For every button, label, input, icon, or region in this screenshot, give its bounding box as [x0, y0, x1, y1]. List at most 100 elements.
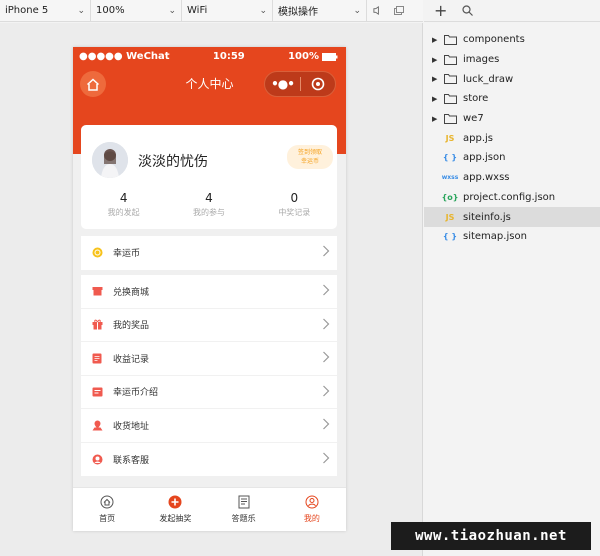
mute-icon[interactable] [367, 0, 388, 22]
chevron-right-icon[interactable]: ▶ [432, 36, 442, 44]
tab-launch-draw[interactable]: 发起抽奖 [141, 488, 209, 531]
js-file-icon: JS [445, 133, 455, 143]
file-name: sitemap.json [463, 231, 527, 243]
file-name: siteinfo.js [463, 211, 511, 223]
tree-file[interactable]: { } app.json [424, 148, 600, 168]
tree-file[interactable]: {o} project.config.json [424, 188, 600, 208]
folder-icon [442, 93, 458, 104]
stat-launched[interactable]: 4 我的发起 [81, 191, 166, 218]
ledger-icon [91, 352, 103, 364]
folder-icon [442, 54, 458, 65]
mode-select[interactable]: 模拟操作 ⌄ [273, 0, 367, 22]
tree-file[interactable]: JS app.js [424, 128, 600, 148]
tab-label: 我的 [303, 514, 320, 523]
menu-item-support[interactable]: 联系客服 [81, 443, 337, 477]
file-name: components [463, 34, 525, 46]
folder-icon [442, 74, 458, 85]
chevron-right-icon [323, 318, 330, 329]
avatar[interactable] [92, 142, 128, 178]
menu-item-label: 兑换商城 [113, 287, 150, 298]
tree-folder[interactable]: ▶ components [424, 30, 600, 50]
zoom-select[interactable]: 100% ⌄ [91, 0, 182, 22]
chevron-right-icon[interactable]: ▶ [432, 75, 442, 83]
explorer-toolbar: + [424, 0, 600, 22]
menu-item-earnings[interactable]: 收益记录 [81, 342, 337, 376]
file-name: luck_draw [463, 73, 514, 85]
main-menu: 兑换商城 我的奖品 收益记录 幸运币介绍 收货地址 联系客服 [81, 275, 337, 476]
js-file-icon: JS [445, 212, 455, 222]
menu-item-shop[interactable]: 兑换商城 [81, 275, 337, 309]
tab-label: 答题乐 [231, 514, 256, 523]
add-icon[interactable]: + [434, 2, 447, 19]
json-file-icon: { } [442, 153, 458, 163]
chevron-right-icon[interactable]: ▶ [432, 115, 442, 123]
chevron-down-icon: ⌄ [168, 5, 176, 16]
status-time: 10:59 [212, 51, 245, 62]
device-select-value: iPhone 5 [5, 5, 49, 16]
badge-line-1: 签到领取 [297, 149, 322, 156]
explorer-spacer [424, 22, 600, 30]
file-name: app.json [463, 152, 506, 164]
file-name: store [463, 93, 489, 105]
battery-icon [322, 52, 338, 61]
mode-select-value: 模拟操作 [278, 7, 318, 18]
tab-home[interactable]: 首页 [73, 488, 141, 531]
device-select[interactable]: iPhone 5 ⌄ [0, 0, 91, 22]
menu-item-lucky-coin[interactable]: 幸运币 [81, 236, 337, 270]
chevron-right-icon[interactable]: ▶ [432, 56, 442, 64]
plus-circle-icon [168, 495, 182, 509]
status-battery-group: 100% [288, 51, 338, 62]
more-icon[interactable]: •●• [265, 77, 300, 91]
tree-folder[interactable]: ▶ images [424, 50, 600, 70]
chevron-right-icon [323, 418, 330, 430]
menu-item-address[interactable]: 收货地址 [81, 409, 337, 443]
intro-icon [91, 386, 103, 398]
file-name: app.wxss [463, 172, 510, 184]
menu-item-label: 幸运币介绍 [113, 388, 159, 399]
stat-label: 中奖记录 [278, 208, 311, 217]
menu-item-label: 我的奖品 [113, 321, 150, 332]
tree-file[interactable]: JS siteinfo.js [424, 207, 600, 227]
tab-bar: 首页 发起抽奖 答题乐 我的 [73, 487, 346, 531]
stat-winnings[interactable]: 0 中奖记录 [252, 191, 337, 218]
target-icon [311, 77, 325, 91]
tree-folder[interactable]: ▶ we7 [424, 109, 600, 129]
tab-quiz[interactable]: 答题乐 [210, 488, 278, 531]
network-select-value: WiFi [187, 5, 208, 16]
folder-icon [442, 113, 458, 124]
tree-file[interactable]: wxss app.wxss [424, 168, 600, 188]
stat-value: 0 [290, 191, 299, 205]
tab-label: 首页 [99, 514, 116, 523]
stat-label: 我的发起 [107, 208, 140, 217]
tree-file[interactable]: { } sitemap.json [424, 227, 600, 247]
coin-menu: 幸运币 [81, 236, 337, 270]
tree-folder[interactable]: ▶ store [424, 89, 600, 109]
service-icon [91, 453, 103, 465]
checkin-badge[interactable]: 签到领取 幸运币 [287, 145, 333, 169]
menu-item-coin-intro[interactable]: 幸运币介绍 [81, 376, 337, 409]
status-battery: 100% [288, 51, 319, 62]
tree-folder[interactable]: ▶ luck_draw [424, 69, 600, 89]
file-explorer: + ▶ components ▶ images ▶ luck_draw ▶ store ▶ we7… [424, 0, 600, 556]
chevron-right-icon[interactable]: ▶ [432, 95, 442, 103]
watermark: www.tiaozhuan.net [391, 522, 591, 550]
status-bar: ●●●●● WeChat 10:59 100% [73, 47, 346, 66]
chevron-right-icon [323, 385, 330, 396]
tab-mine[interactable]: 我的 [278, 488, 346, 531]
close-miniprogram-button[interactable] [301, 77, 335, 91]
wxss-file-icon: wxss [441, 174, 459, 182]
file-name: app.js [463, 132, 493, 144]
search-icon[interactable] [462, 5, 474, 16]
coin-icon [91, 247, 103, 259]
file-name: project.config.json [463, 191, 556, 203]
zoom-select-value: 100% [96, 5, 125, 16]
network-select[interactable]: WiFi ⌄ [182, 0, 273, 22]
file-name: images [463, 54, 500, 66]
tab-label: 发起抽奖 [159, 514, 192, 523]
config-file-icon: {o} [441, 192, 459, 202]
menu-item-prizes[interactable]: 我的奖品 [81, 309, 337, 342]
detach-window-icon[interactable] [388, 0, 409, 22]
file-name: we7 [463, 113, 484, 125]
simulator-area: ●●●●● WeChat 10:59 100% 个人中心 •●• 淡淡的忧伤 签… [0, 23, 423, 556]
stat-joined[interactable]: 4 我的参与 [166, 191, 251, 218]
